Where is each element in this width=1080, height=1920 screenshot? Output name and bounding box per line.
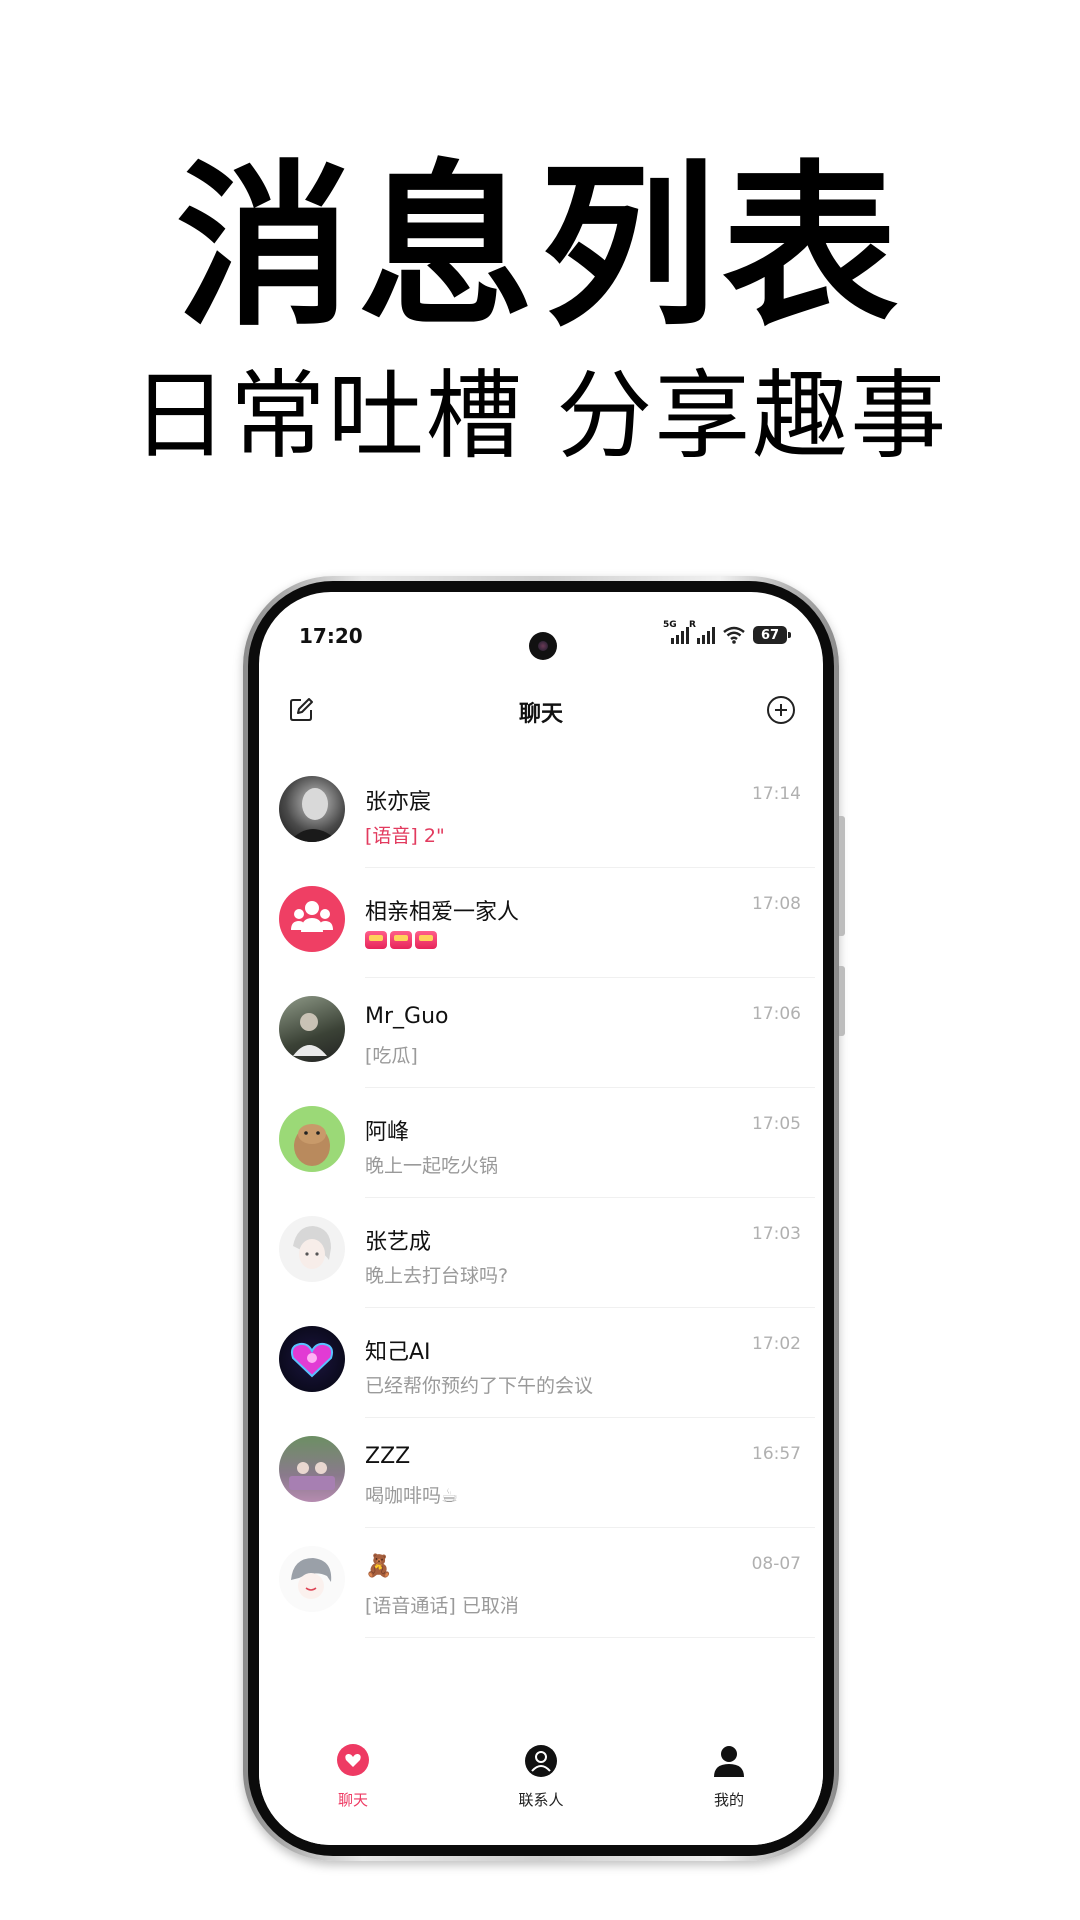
phone-screen: 17:20 5G R 67 聊天 张亦宸 [语音] 2" 17:14 相亲相爱一…	[259, 592, 823, 1845]
chat-list: 张亦宸 [语音] 2" 17:14 相亲相爱一家人 17:08 Mr_Guo […	[259, 758, 823, 1638]
front-camera	[529, 632, 557, 660]
group-icon	[279, 886, 345, 952]
chat-time: 17:06	[752, 1004, 801, 1024]
gift-sticker-icon	[365, 931, 387, 949]
nav-bar: 聊天	[259, 682, 823, 742]
chat-preview-stickers	[365, 931, 437, 949]
phone-frame: 17:20 5G R 67 聊天 张亦宸 [语音] 2" 17:14 相亲相爱一…	[243, 576, 845, 1861]
tab-label: 我的	[713, 1791, 744, 1809]
chat-name: 🧸	[365, 1554, 393, 1579]
chat-name: ZZZ	[365, 1444, 411, 1469]
chat-row[interactable]: 🧸 [语音通话] 已取消 08-07	[259, 1528, 823, 1638]
hero-title: 消息列表	[175, 145, 904, 350]
tab-bar: 聊天 联系人 我的	[259, 1725, 823, 1845]
chat-time: 17:14	[752, 784, 801, 804]
avatar	[279, 1326, 345, 1392]
gift-sticker-icon	[390, 931, 412, 949]
avatar	[279, 1106, 345, 1172]
tab-chat[interactable]: 聊天	[293, 1743, 413, 1810]
chat-bubble-icon	[337, 1744, 369, 1776]
gift-sticker-icon	[415, 931, 437, 949]
chat-row[interactable]: 张艺成 晚上去打台球吗? 17:03	[259, 1198, 823, 1308]
volume-button	[839, 816, 845, 936]
battery-icon: 67	[753, 626, 791, 644]
chat-row[interactable]: 知己AI 已经帮你预约了下午的会议 17:02	[259, 1308, 823, 1418]
tab-label: 聊天	[337, 1791, 368, 1809]
chat-row[interactable]: ZZZ 喝咖啡吗☕ 16:57	[259, 1418, 823, 1528]
tab-label: 联系人	[518, 1791, 564, 1809]
page-title: 聊天	[518, 702, 563, 727]
chat-row[interactable]: Mr_Guo [吃瓜] 17:06	[259, 978, 823, 1088]
chat-preview: [语音通话] 已取消	[365, 1595, 519, 1617]
chat-time: 17:02	[752, 1334, 801, 1354]
avatar	[279, 1436, 345, 1502]
chat-name: 相亲相爱一家人	[365, 900, 520, 925]
chat-preview: 晚上去打台球吗?	[365, 1265, 509, 1287]
avatar	[279, 776, 345, 842]
chat-preview: 已经帮你预约了下午的会议	[365, 1375, 594, 1397]
chat-time: 17:08	[752, 894, 801, 914]
power-button	[839, 966, 845, 1036]
status-bar: 17:20 5G R 67	[259, 592, 823, 660]
chat-name: 阿峰	[365, 1120, 410, 1145]
add-icon[interactable]	[765, 694, 797, 726]
chat-time: 17:03	[752, 1224, 801, 1244]
status-time: 17:20	[299, 624, 363, 648]
hero-subtitle: 日常吐槽 分享趣事	[131, 360, 949, 472]
contacts-icon	[525, 1745, 557, 1777]
tab-contacts[interactable]: 联系人	[481, 1743, 601, 1810]
chat-time: 08-07	[751, 1554, 801, 1574]
signal-5g-icon: 5G	[663, 620, 689, 644]
chat-preview: 喝咖啡吗☕	[365, 1485, 459, 1507]
chat-time: 17:05	[752, 1114, 801, 1134]
chat-name: Mr_Guo	[365, 1004, 449, 1029]
chat-name: 知己AI	[365, 1340, 431, 1365]
chat-name: 张艺成	[365, 1230, 432, 1255]
chat-row[interactable]: 相亲相爱一家人 17:08	[259, 868, 823, 978]
chat-preview: [吃瓜]	[365, 1045, 418, 1067]
avatar	[279, 1546, 345, 1612]
chat-row[interactable]: 张亦宸 [语音] 2" 17:14	[259, 758, 823, 868]
wifi-icon	[723, 626, 745, 644]
tab-profile[interactable]: 我的	[669, 1743, 789, 1810]
avatar	[279, 1216, 345, 1282]
avatar	[279, 996, 345, 1062]
chat-row[interactable]: 阿峰 晚上一起吃火锅 17:05	[259, 1088, 823, 1198]
chat-time: 16:57	[752, 1444, 801, 1464]
chat-name: 张亦宸	[365, 790, 432, 815]
chat-preview: 晚上一起吃火锅	[365, 1155, 499, 1177]
signal-roaming-icon: R	[689, 620, 715, 644]
profile-icon	[714, 1746, 744, 1777]
chat-preview: [语音] 2"	[365, 825, 445, 847]
